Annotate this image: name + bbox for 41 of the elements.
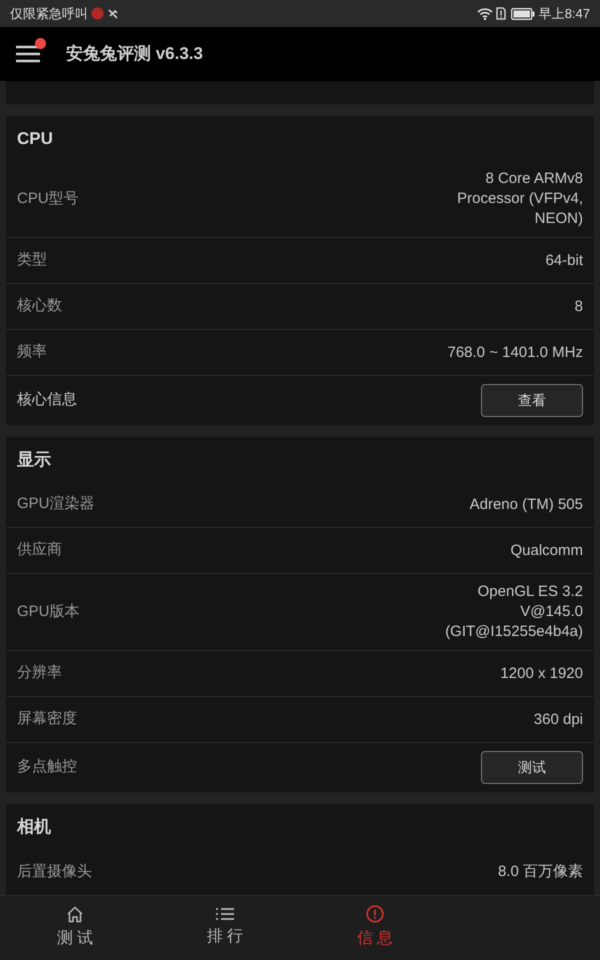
row-label: 后置摄像头 <box>17 862 92 882</box>
mute-icon <box>107 8 119 20</box>
alert-circle-icon <box>366 905 384 923</box>
row-value: 64-bit <box>545 250 583 270</box>
row-value: OpenGL ES 3.2 V@145.0 (GIT@I15255e4b4a) <box>444 582 583 642</box>
battery-icon <box>510 8 535 20</box>
nav-tab[interactable]: 排 行 <box>150 896 300 960</box>
row-label: 供应商 <box>17 540 62 560</box>
row-label: 频率 <box>17 342 47 362</box>
row-value: 360 dpi <box>534 710 583 730</box>
row-value: Adreno (TM) 505 <box>470 494 583 514</box>
row-label: 类型 <box>17 250 47 270</box>
action-button[interactable]: 测试 <box>481 751 583 784</box>
list-icon <box>216 907 234 921</box>
row-label: CPU型号 <box>17 188 79 209</box>
alert-icon <box>91 7 104 20</box>
menu-icon <box>16 44 40 64</box>
section-title: CPU <box>17 128 53 150</box>
row-value: 768.0 ~ 1401.0 MHz <box>447 342 583 362</box>
row-label: GPU版本 <box>17 602 80 622</box>
home-icon <box>66 906 84 922</box>
wifi-icon <box>476 8 493 20</box>
section-title: 显示 <box>17 448 51 471</box>
action-button[interactable]: 查看 <box>481 384 583 417</box>
row-label: GPU渲染器 <box>17 494 95 514</box>
row-label: 分辨率 <box>17 663 62 684</box>
section-title: 相机 <box>17 816 51 838</box>
row-value: 8 Core ARMv8 Processor (VFPv4, NEON) <box>456 169 583 229</box>
row-value: 1200 x 1920 <box>500 664 583 684</box>
row-label: 多点触控 <box>17 757 77 778</box>
row-label: 核心信息 <box>17 390 77 410</box>
row-value: Qualcomm <box>510 540 583 560</box>
nav-tab[interactable]: 测 试 <box>0 896 150 960</box>
clock-text: 早上8:47 <box>538 4 590 23</box>
row-value: 8 <box>574 296 583 316</box>
row-value: 8.0 百万像素 <box>498 862 583 882</box>
carrier-text: 仅限紧急呼叫 <box>10 4 88 23</box>
app-title: 安兔兔评测 v6.3.3 <box>66 43 203 66</box>
sim-icon <box>496 7 506 20</box>
row-label: 屏幕密度 <box>17 709 77 730</box>
row-label: 核心数 <box>17 296 62 316</box>
